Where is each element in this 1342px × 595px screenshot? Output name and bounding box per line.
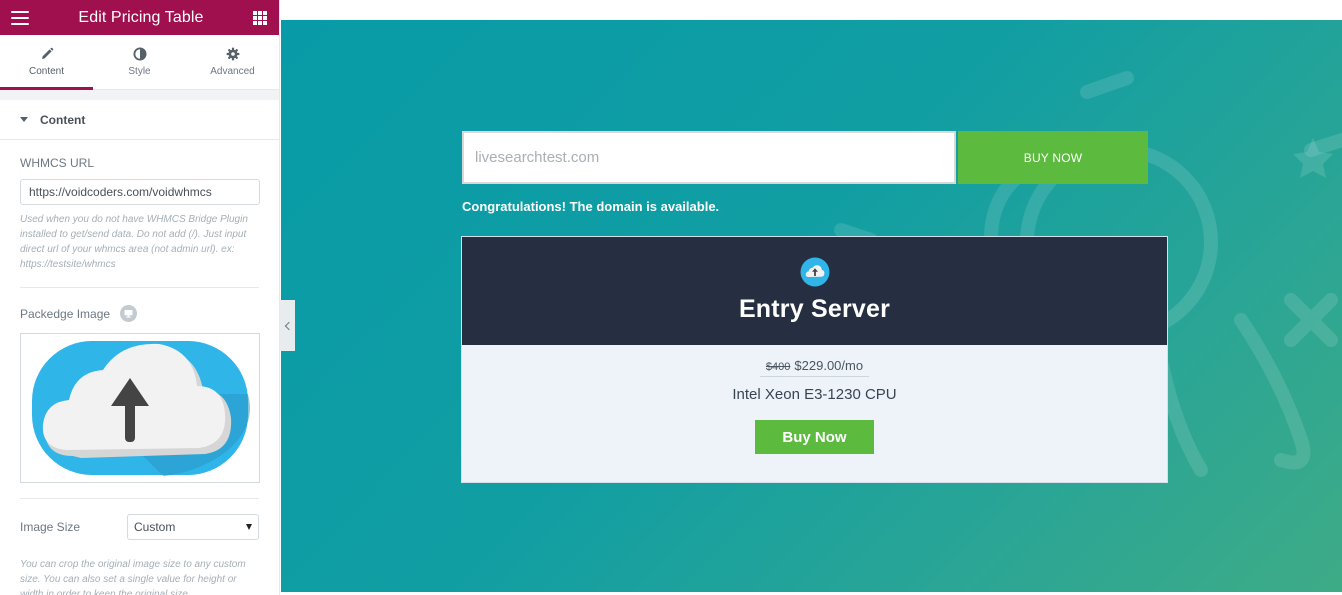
- package-image-preview[interactable]: [20, 333, 260, 483]
- whmcs-url-input[interactable]: [20, 179, 260, 205]
- image-size-description: You can crop the original image size to …: [20, 559, 246, 595]
- whmcs-url-control: WHMCS URL Used when you do not have WHMC…: [0, 156, 279, 272]
- old-price: $400: [765, 361, 791, 373]
- chevron-left-icon: [284, 321, 294, 330]
- tab-advanced-label: Advanced: [210, 66, 255, 77]
- panel-spacer: [0, 90, 279, 100]
- pricing-buy-now-button[interactable]: Buy Now: [755, 420, 874, 454]
- domain-search-input[interactable]: livesearchtest.com: [462, 131, 956, 184]
- collapse-panel-handle[interactable]: [280, 300, 295, 351]
- chevron-down-icon: [246, 524, 252, 530]
- image-size-label: Image Size: [20, 520, 81, 534]
- pricing-card-header: Entry Server: [462, 237, 1167, 345]
- pencil-icon: [41, 47, 53, 59]
- cloud-upload-icon: [32, 341, 250, 478]
- pricing-card-title: Entry Server: [738, 295, 891, 323]
- image-size-value: Custom: [134, 520, 176, 534]
- caret-down-icon: [20, 117, 28, 122]
- panel-title: Edit Pricing Table: [78, 8, 204, 26]
- domain-buy-now-button[interactable]: BUY NOW: [958, 131, 1148, 184]
- whmcs-url-description: Used when you do not have WHMCS Bridge P…: [20, 214, 248, 270]
- image-size-select[interactable]: Custom: [127, 514, 259, 540]
- monitor-icon[interactable]: [120, 305, 138, 322]
- hamburger-menu-icon[interactable]: [11, 10, 29, 25]
- divider: [20, 498, 259, 499]
- widgets-grid-icon[interactable]: [252, 10, 267, 25]
- cloud-upload-icon: [800, 257, 829, 287]
- tab-style[interactable]: Style: [93, 35, 186, 89]
- divider: [20, 287, 259, 288]
- section-title: Content: [40, 112, 86, 127]
- tab-content-label: Content: [28, 66, 65, 77]
- whmcs-url-label: WHMCS URL: [20, 156, 94, 170]
- domain-search-row: livesearchtest.com BUY NOW: [462, 131, 1148, 184]
- editor-panel: Edit Pricing Table Content Style Advance…: [0, 0, 280, 595]
- gear-icon: [226, 47, 239, 61]
- page-preview: livesearchtest.com BUY NOW Congratulatio…: [281, 20, 1342, 592]
- package-image-control: Packedge Image: [0, 305, 279, 322]
- price-line: $400 $229.00/mo: [759, 358, 870, 377]
- content-section-toggle[interactable]: Content: [0, 100, 279, 140]
- pricing-card: Entry Server $400 $229.00/mo Intel Xeon E…: [461, 236, 1168, 483]
- half-circle-icon: [133, 47, 146, 61]
- image-size-control: Image Size Custom You can crop the origi…: [0, 514, 279, 595]
- package-image-label: Packedge Image: [20, 306, 111, 321]
- panel-header: Edit Pricing Table: [0, 0, 279, 35]
- tab-advanced[interactable]: Advanced: [186, 35, 279, 89]
- pricing-card-body: $400 $229.00/mo Intel Xeon E3-1230 CPU Bu…: [462, 345, 1167, 454]
- feature-item: Intel Xeon E3-1230 CPU: [732, 386, 897, 403]
- panel-tabs: Content Style Advanced: [0, 35, 279, 90]
- availability-message: Congratulations! The domain is available…: [462, 199, 720, 214]
- current-price: $229.00/mo: [794, 358, 864, 373]
- tab-style-label: Style: [128, 66, 151, 77]
- tab-content[interactable]: Content: [0, 35, 93, 90]
